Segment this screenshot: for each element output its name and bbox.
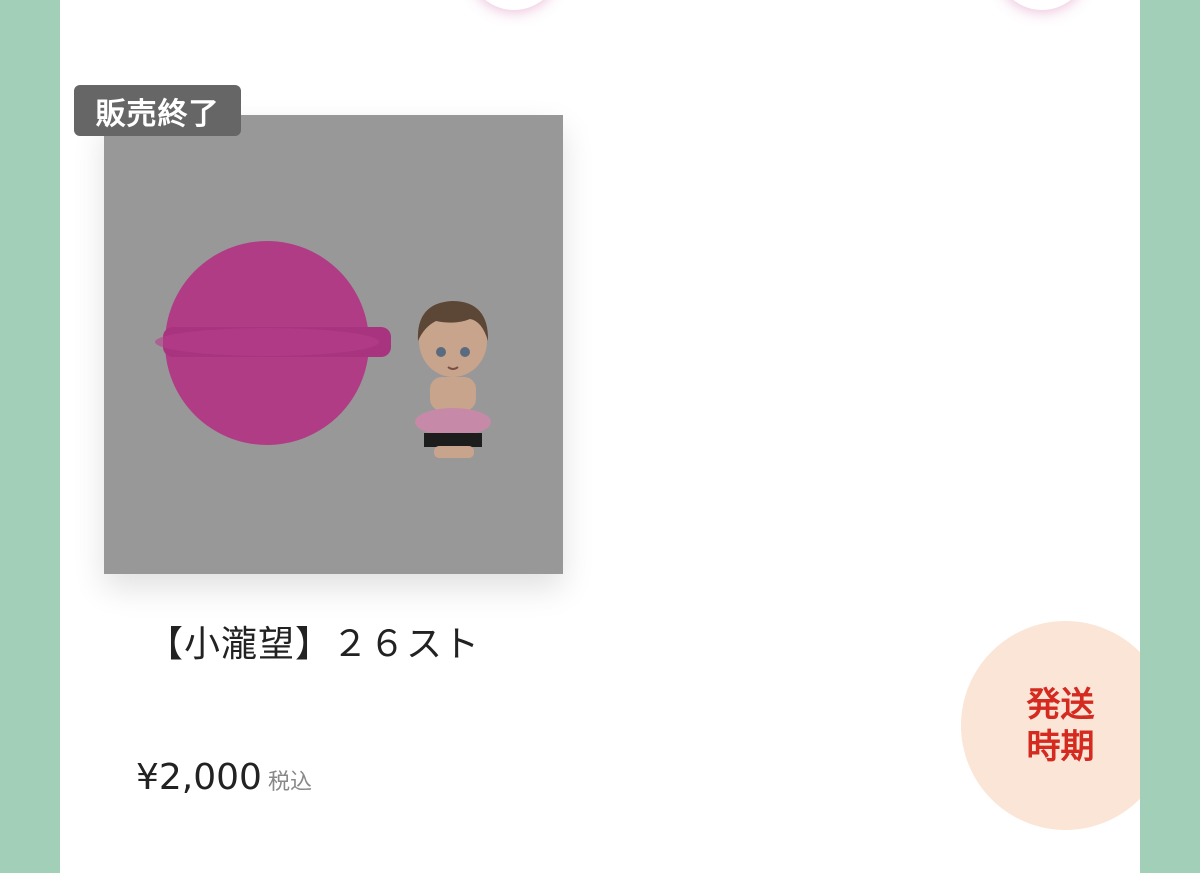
figure [415,301,491,458]
product-price: ¥2,000 [136,757,262,798]
price-row: ¥2,000 税込 [136,757,312,798]
product-image[interactable] [104,115,563,574]
top-nav-circle[interactable] [468,0,560,10]
product-photo [155,241,491,458]
tax-label: 税込 [267,770,312,795]
content-panel: 販売終了 【小瀧望】２６スト ¥2,000 税込 発送時期 [60,0,1140,873]
product-name[interactable]: 【小瀧望】２６スト [147,615,480,667]
shipping-schedule-label: 発送時期 [1026,684,1095,767]
shipping-schedule-button[interactable]: 発送時期 [961,621,1140,830]
top-nav-circle[interactable] [996,0,1088,10]
sold-out-badge: 販売終了 [74,85,241,136]
